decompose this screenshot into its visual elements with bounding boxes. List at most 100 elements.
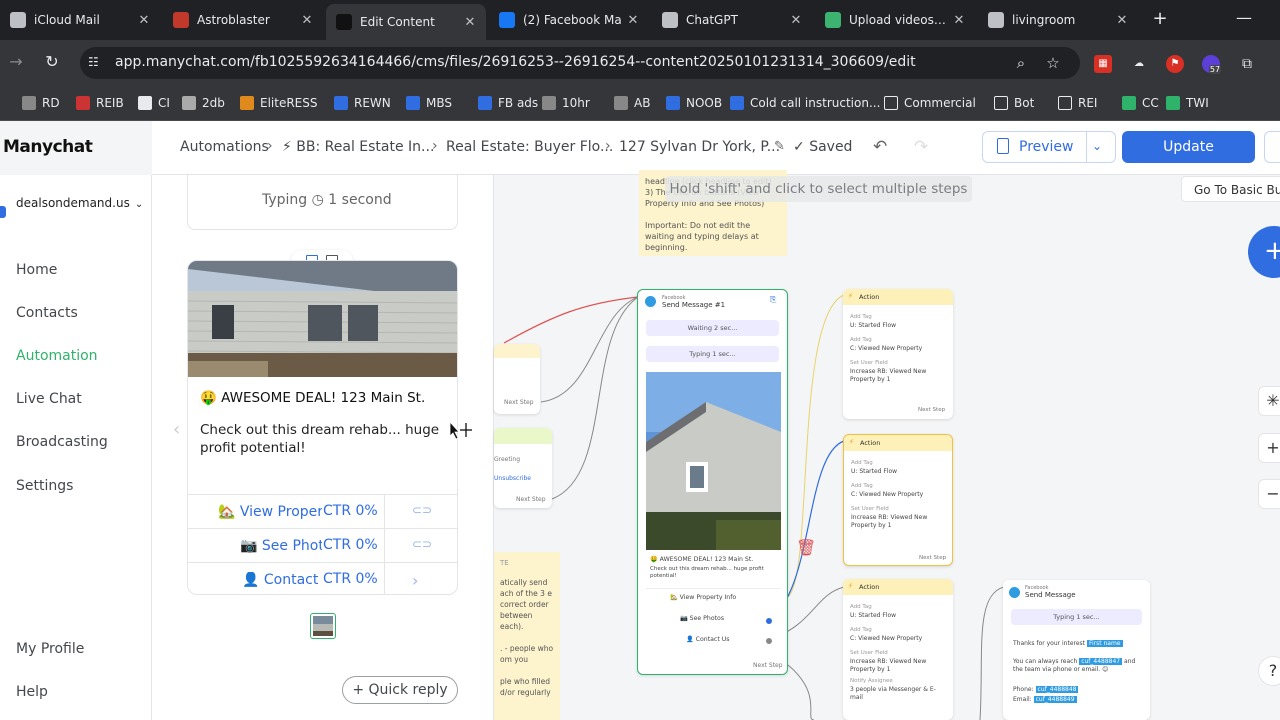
nav-automation[interactable]: Automation (16, 348, 98, 364)
card-button[interactable]: 👤 Contact UsCTR 0% › (188, 562, 457, 594)
bookmark-item[interactable]: FB ads (478, 93, 538, 113)
browser-tab[interactable]: Astroblaster ✕ (163, 4, 323, 36)
send-message-node-2[interactable]: Facebook Send Message Typing 1 sec... Th… (1003, 580, 1150, 720)
extension-red-icon[interactable]: ▦ (1094, 55, 1112, 73)
nav-my-profile[interactable]: My Profile (16, 641, 84, 657)
bookmark-item[interactable]: Commercial (884, 93, 976, 113)
magic-wand-icon[interactable]: ✳ (1258, 386, 1280, 416)
bookmark-item[interactable]: 10hr (542, 93, 590, 113)
toggle-icon[interactable]: ⊂⊃ (412, 503, 432, 517)
bookmark-item[interactable]: EliteRESS (240, 93, 318, 113)
bookmark-item[interactable]: REI (1058, 93, 1097, 113)
browser-tab[interactable]: livingroom ✕ (978, 4, 1138, 36)
action-node[interactable]: ⚡ Action Add Tag U: Started Flow Add Tag C: V… (843, 434, 953, 566)
extensions-puzzle-icon[interactable]: ⧉ (1238, 55, 1256, 73)
back-arrow-icon[interactable]: → (6, 52, 26, 74)
breadcrumb-flow[interactable]: Real Estate: Buyer Flo... (446, 139, 613, 155)
tab-title: (2) Facebook Ma (523, 13, 622, 27)
account-switcher[interactable]: dealsondemand.us ⌄ (16, 196, 143, 210)
action-node[interactable]: ⚡ Action Add Tag U: Started Flow Add Tag C: V… (843, 289, 953, 419)
card-title[interactable]: 🤑 AWESOME DEAL! 123 Main St. (200, 390, 425, 406)
extension-badge-icon[interactable]: 57 (1202, 55, 1222, 74)
extension-shield-icon[interactable]: ⚑ (1166, 55, 1184, 73)
browser-tab[interactable]: ChatGPT ✕ (652, 4, 812, 36)
bookmark-icon (406, 96, 420, 110)
bookmark-label: Commercial (904, 96, 976, 110)
bookmark-item[interactable]: CC (1122, 93, 1159, 113)
url-text[interactable]: app.manychat.com/fb1025592634164466/cms/… (115, 54, 916, 70)
minimize-icon[interactable]: — (1234, 8, 1254, 27)
quick-reply-button[interactable]: + Quick reply (342, 676, 458, 704)
go-to-basic-builder-button[interactable]: Go To Basic Bu (1181, 176, 1280, 202)
openai-icon (662, 12, 678, 28)
card-subtitle[interactable]: Check out this dream rehab... huge profi… (200, 421, 440, 457)
tab-close-icon[interactable]: ✕ (460, 15, 480, 30)
breadcrumb-content[interactable]: 127 Sylvan Dr York, P... (619, 139, 780, 155)
bookmark-item[interactable]: REIB (76, 93, 124, 113)
redo-icon[interactable]: ↷ (914, 137, 928, 157)
bookmark-item[interactable]: Cold call instruction... (730, 93, 880, 113)
cloud-icon[interactable]: ☁ (1130, 55, 1148, 73)
breadcrumb-folder[interactable]: ⚡ BB: Real Estate In... (282, 139, 434, 155)
card-button[interactable]: 📷 See PhotosCTR 0% ⊂⊃ (188, 528, 457, 563)
manychat-logo[interactable]: Manychat (3, 137, 93, 157)
bookmark-item[interactable]: MBS (406, 93, 452, 113)
tab-close-icon[interactable]: ✕ (949, 13, 969, 28)
nav-live-chat[interactable]: Live Chat (16, 391, 82, 407)
tab-close-icon[interactable]: ✕ (786, 13, 806, 28)
new-tab-button[interactable]: + (1150, 8, 1170, 30)
bookmark-item[interactable]: CI (138, 93, 170, 113)
zoom-icon[interactable]: ⌕ (1012, 54, 1030, 72)
more-button[interactable] (1264, 131, 1280, 163)
flow-node-partial-2[interactable]: Greeting Unsubscribe Next Step (494, 428, 552, 508)
connector-dot[interactable] (766, 638, 772, 644)
chevron-right-icon[interactable]: › (412, 571, 418, 590)
card-button[interactable]: 🏡 View Property InfoCTR 0% ⊂⊃ (188, 494, 457, 529)
nav-settings[interactable]: Settings (16, 478, 73, 494)
bookmark-item[interactable]: NOOB (666, 93, 722, 113)
card-image[interactable] (188, 261, 458, 377)
bookmark-item[interactable]: REWN (334, 93, 391, 113)
bookmark-item[interactable]: AB (614, 93, 650, 113)
nav-home[interactable]: Home (16, 262, 57, 278)
help-icon[interactable]: ? (1258, 656, 1280, 686)
browser-tab[interactable]: Edit Content ✕ (326, 4, 486, 40)
link-icon[interactable]: ⎘ (770, 295, 776, 305)
send-message-node[interactable]: Facebook Send Message #1 ⎘ Waiting 2 sec… (637, 289, 788, 675)
connector-dot[interactable] (766, 618, 772, 624)
note-sticky-bottom[interactable]: TE atically send ach of the 3 e correct … (494, 552, 560, 720)
tab-close-icon[interactable]: ✕ (297, 13, 317, 28)
browser-tab[interactable]: iCloud Mail ✕ (0, 4, 160, 36)
tab-close-icon[interactable]: ✕ (623, 13, 643, 28)
bookmark-item[interactable]: 2db (182, 93, 225, 113)
tab-close-icon[interactable]: ✕ (1112, 13, 1132, 28)
card-thumbnail[interactable] (310, 613, 336, 639)
nav-broadcasting[interactable]: Broadcasting (16, 434, 108, 450)
zoom-out-icon[interactable]: − (1258, 479, 1280, 509)
browser-tab[interactable]: Upload videos at ✕ (815, 4, 975, 36)
phone-label: Phone: (1013, 686, 1034, 693)
chevron-down-icon[interactable]: ⌄ (1092, 139, 1102, 153)
undo-icon[interactable]: ↶ (873, 137, 887, 157)
play-icon (825, 12, 841, 28)
breadcrumb-automations[interactable]: Automations (180, 139, 269, 155)
gallery-card[interactable]: 🤑 AWESOME DEAL! 123 Main St. Check out t… (187, 260, 458, 595)
pencil-icon[interactable]: ✎ (774, 139, 785, 154)
update-button[interactable]: Update (1122, 131, 1255, 163)
site-info-icon[interactable]: ☷ (88, 55, 104, 71)
bookmark-item[interactable]: Bot (994, 93, 1034, 113)
flow-node-partial[interactable]: Next Step (494, 344, 540, 414)
nav-help[interactable]: Help (16, 684, 48, 700)
zoom-in-icon[interactable]: + (1258, 433, 1280, 463)
browser-tab[interactable]: (2) Facebook Ma ✕ (489, 4, 649, 36)
bookmark-star-icon[interactable]: ☆ (1044, 54, 1062, 72)
action-node[interactable]: ⚡ Action Add Tag U: Started Flow Add Tag C: V… (843, 579, 953, 720)
toggle-icon[interactable]: ⊂⊃ (412, 537, 432, 551)
carousel-prev-icon[interactable]: ‹ (173, 419, 180, 440)
bookmark-item[interactable]: TWI (1166, 93, 1209, 113)
nav-contacts[interactable]: Contacts (16, 305, 78, 321)
reload-icon[interactable]: ↻ (42, 52, 62, 74)
bookmark-item[interactable]: RD (22, 93, 60, 113)
tab-close-icon[interactable]: ✕ (134, 13, 154, 28)
trash-icon[interactable]: 🗑 (796, 538, 816, 558)
